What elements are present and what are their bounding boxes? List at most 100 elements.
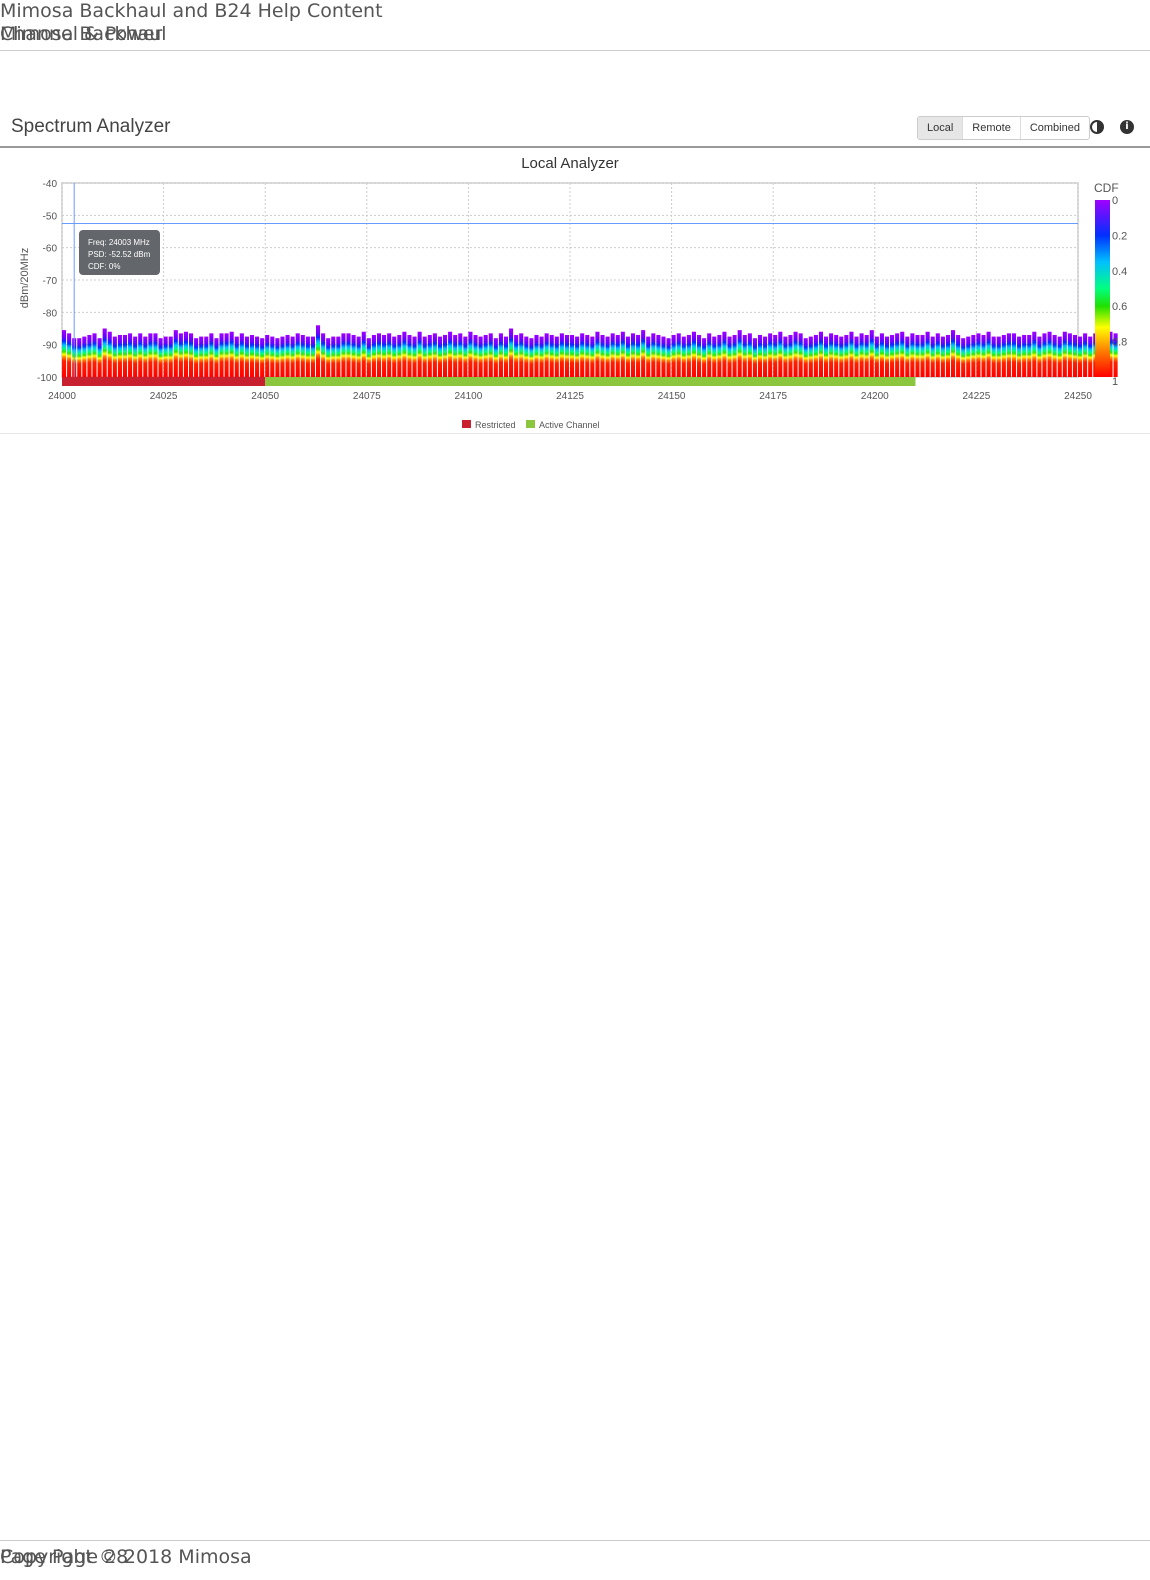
spectrum-bar bbox=[1052, 334, 1057, 377]
colorbar-tick: 0.4 bbox=[1112, 266, 1127, 278]
x-tick-label: 24200 bbox=[861, 391, 889, 402]
colorbar-tick: 1 bbox=[1112, 376, 1118, 388]
spectrum-bar bbox=[163, 336, 168, 377]
spectrum-bar bbox=[107, 331, 112, 377]
spectrum-bar bbox=[808, 336, 813, 377]
spectrum-bar bbox=[961, 338, 966, 377]
spectrum-bar bbox=[712, 336, 717, 377]
spectrum-bar bbox=[717, 334, 722, 377]
spectrum-chart: Local Analyzer dBm/20MHz 24000 24025 24050… bbox=[19, 155, 1127, 430]
spectrum-bar bbox=[656, 334, 661, 377]
colorbar-tick: 0 bbox=[1112, 195, 1118, 207]
spectrum-bar bbox=[915, 334, 920, 377]
y-tick-label: -90 bbox=[43, 341, 58, 352]
spectrum-bar bbox=[564, 334, 569, 377]
spectrum-bar bbox=[443, 334, 448, 377]
spectrum-bar bbox=[133, 336, 138, 377]
spectrum-bar bbox=[392, 336, 397, 377]
spectrum-bar bbox=[951, 330, 956, 377]
y-tick-label: -50 bbox=[43, 211, 58, 222]
contrast-icon[interactable] bbox=[1090, 120, 1104, 134]
y-tick-label: -100 bbox=[37, 373, 57, 384]
spectrum-bar bbox=[747, 333, 752, 377]
spectrum-bar bbox=[890, 334, 895, 377]
spectrum-bar bbox=[336, 336, 341, 377]
spectrum-bar bbox=[524, 336, 529, 377]
spectrum-bar bbox=[991, 336, 996, 377]
doc-title: Mimosa Backhaul and B24 Help Content bbox=[0, 0, 383, 22]
legend-swatch-restricted bbox=[462, 420, 471, 428]
combined-button[interactable]: Combined bbox=[1019, 117, 1089, 139]
spectrum-bar bbox=[641, 330, 646, 377]
spectrum-bar bbox=[290, 336, 295, 377]
legend-active-channel[interactable]: Active Channel bbox=[539, 420, 600, 430]
spectrum-bar bbox=[117, 334, 122, 377]
spectrum-bar bbox=[763, 336, 768, 377]
spectrum-bar bbox=[824, 336, 829, 377]
spectrum-bar bbox=[519, 333, 524, 377]
spectrum-bar bbox=[676, 333, 681, 377]
spectrum-bar bbox=[376, 333, 382, 377]
spectrum-bar bbox=[813, 334, 818, 377]
spectrum-bar bbox=[539, 336, 544, 377]
spectrum-bar bbox=[757, 334, 763, 377]
spectrum-bar bbox=[793, 331, 798, 377]
spectrum-bar bbox=[803, 338, 808, 377]
spectrum-bar bbox=[585, 334, 590, 377]
panel-title: Spectrum Analyzer bbox=[11, 116, 171, 137]
spectrum-bar bbox=[869, 330, 874, 377]
spectrum-bar bbox=[529, 338, 534, 377]
spectrum-bar bbox=[209, 333, 214, 377]
spectrum-bar bbox=[610, 333, 615, 377]
spectrum-bar bbox=[1047, 331, 1052, 377]
spectrum-bar bbox=[316, 325, 321, 377]
spectrum-bar bbox=[178, 333, 183, 377]
y-tick-label: -40 bbox=[43, 179, 58, 190]
spectrum-bar bbox=[503, 336, 509, 377]
local-button[interactable]: Local bbox=[918, 117, 963, 139]
info-icon[interactable]: i bbox=[1120, 120, 1134, 134]
y-axis-label: dBm/20MHz bbox=[19, 248, 31, 309]
spectrum-bar bbox=[697, 334, 702, 377]
spectrum-bar bbox=[742, 334, 747, 377]
spectrum-bar bbox=[981, 334, 986, 377]
spectrum-bar bbox=[778, 331, 783, 377]
spectrum-bar bbox=[265, 334, 270, 377]
spectrum-bar bbox=[102, 328, 107, 377]
spectrum-bar bbox=[666, 338, 671, 377]
spectrum-bar bbox=[224, 333, 229, 377]
x-tick-label: 24150 bbox=[658, 391, 686, 402]
spectrum-bar bbox=[219, 333, 224, 377]
spectrum-bar bbox=[544, 333, 549, 377]
spectrum-bar bbox=[630, 333, 636, 377]
spectrum-bar bbox=[214, 338, 219, 377]
spectrum-bar bbox=[727, 336, 732, 377]
chart-title: Local Analyzer bbox=[521, 155, 619, 172]
spectrum-bar bbox=[473, 334, 478, 377]
spectrum-bar bbox=[935, 333, 940, 377]
spectrum-bar bbox=[1062, 331, 1067, 377]
spectrum-bar bbox=[722, 331, 727, 377]
spectrum-bar bbox=[707, 333, 712, 377]
remote-button[interactable]: Remote bbox=[962, 117, 1020, 139]
legend: Restricted Active Channel bbox=[462, 420, 600, 430]
footer-divider bbox=[0, 1540, 1150, 1541]
spectrum-bar bbox=[859, 333, 864, 377]
spectrum-bar bbox=[702, 338, 707, 377]
spectrum-bar bbox=[930, 336, 935, 377]
spectrum-bar bbox=[422, 336, 427, 377]
spectrum-bar bbox=[310, 336, 315, 377]
spectrum-bar bbox=[1083, 333, 1088, 377]
spectrum-bar bbox=[1017, 336, 1022, 377]
legend-restricted[interactable]: Restricted bbox=[475, 420, 516, 430]
spectrum-bar bbox=[62, 330, 67, 377]
spectrum-bar bbox=[412, 336, 417, 377]
spectrum-bar bbox=[956, 334, 961, 377]
spectrum-bar bbox=[966, 336, 971, 377]
spectrum-bar bbox=[249, 334, 255, 377]
spectrum-bar bbox=[920, 334, 925, 377]
spectrum-bar bbox=[844, 334, 849, 377]
spectrum-bar bbox=[331, 336, 336, 377]
colorbar-tick: 0.8 bbox=[1112, 337, 1127, 349]
spectrum-bar bbox=[940, 336, 945, 377]
